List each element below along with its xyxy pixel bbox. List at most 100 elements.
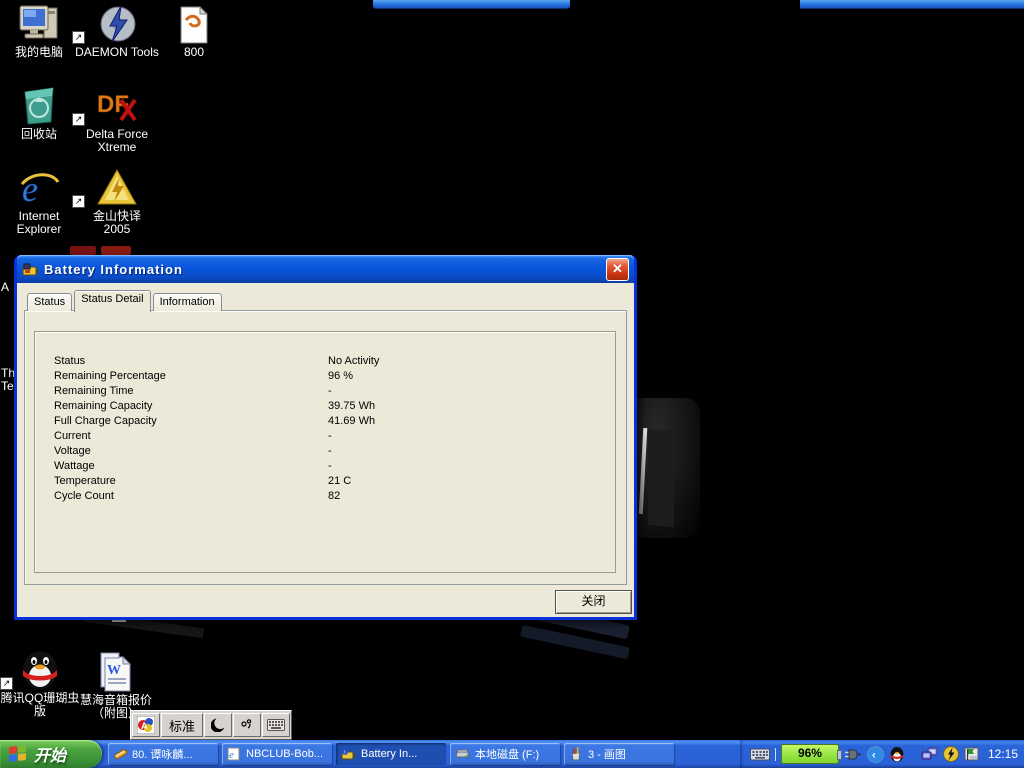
desktop-icon-internet-explorer[interactable]: e Internet Explorer [0,166,78,236]
tray-clock[interactable]: 12:15 [985,747,1018,761]
ime-mode-button[interactable]: 标准 [161,713,203,737]
field-label: Remaining Capacity [54,400,328,412]
partial-icon-label: Te [1,379,14,393]
ime-punctuation-icon[interactable] [233,713,261,737]
field-value: 96 % [328,370,605,382]
windows-logo-icon [8,745,28,763]
taskbtn-label: 本地磁盘 (F:) [475,746,539,762]
wallpaper-artifact [520,625,630,660]
desktop-icon-my-computer[interactable]: 我的电脑 [0,2,78,59]
desktop-icon-800[interactable]: 800 [158,2,230,59]
taskbtn-label: Battery In... [361,748,417,760]
tray-separator [775,748,776,761]
delta-force-icon: DF ↗ [72,84,162,126]
dialog-title: Battery Information [44,262,183,277]
qq-tray-icon[interactable] [889,746,905,763]
daemon-tray-icon[interactable] [943,746,959,762]
battery-information-dialog: Battery Information ✕ Status Status Deta… [14,255,637,620]
field-value: No Activity [328,355,605,367]
field-row-wattage: Wattage - [54,458,605,473]
desktop-icon-kingsoft-2005[interactable]: ↗ 金山快译 2005 [72,166,162,236]
blue-circle-tray-icon[interactable]: ‹ [867,746,884,763]
field-row-remaining-capacity: Remaining Capacity 39.75 Wh [54,398,605,413]
qq-penguin-icon: ↗ [0,648,80,690]
dialog-tabstrip: Status Status Detail Information [27,290,224,311]
offscreen-window-edge[interactable] [800,0,1024,9]
ime-language-bar: A 标准 [130,710,292,740]
desktop-icon-label: 回收站 [0,128,78,141]
field-value: - [328,445,605,457]
ie-small-icon: e [227,747,241,761]
partial-icon-label: Th [1,366,15,380]
field-label: Remaining Time [54,385,328,397]
field-row-remaining-time: Remaining Time - [54,383,605,398]
shortcut-arrow-icon: ↗ [72,31,85,44]
kingsoft-icon: ↗ [72,166,162,208]
svg-text:e: e [229,749,234,761]
daemon-tools-icon: ↗ [72,2,162,44]
desktop-icon-label: 800 [158,46,230,59]
taskbtn-ie[interactable]: e NBCLUB-Bob... [222,743,332,765]
input-flag-tray-icon[interactable] [964,747,980,762]
ime-keyboard-icon[interactable] [262,713,290,737]
start-button[interactable]: 开始 [0,740,102,768]
keyboard-tray-icon[interactable] [750,748,770,761]
partial-desktop-icon [70,246,96,255]
start-label: 开始 [34,742,66,766]
task-buttons: 80. 谭咏麟... e NBCLUB-Bob... ! [108,743,674,765]
battery-icon [22,262,39,277]
network-tray-icon[interactable] [921,747,938,762]
paint-app-icon [569,747,583,761]
system-tray: 96% ‹ [740,740,1024,768]
field-value: - [328,460,605,472]
close-button[interactable]: 关闭 [555,590,632,614]
desktop-icon-label-line2: 2005 [72,223,162,236]
offscreen-window-edge[interactable] [373,0,570,9]
close-icon[interactable]: ✕ [606,258,629,281]
tab-status[interactable]: Status [27,293,72,311]
battery-nub [837,750,842,760]
desktop-icon-label-line2: 版 [0,705,80,718]
music-app-icon [113,747,127,761]
tab-status-detail[interactable]: Status Detail [74,290,150,312]
taskbtn-battery-info[interactable]: ! Battery In... [336,743,446,765]
ime-method-button[interactable]: A [132,713,160,737]
dialog-titlebar[interactable]: Battery Information ✕ [17,255,634,283]
field-row-full-charge-capacity: Full Charge Capacity 41.69 Wh [54,413,605,428]
desktop-icon-label: 我的电脑 [0,46,78,59]
field-row-status: Status No Activity [54,353,605,368]
field-label: Voltage [54,445,328,457]
taskbtn-local-disk-f[interactable]: 本地磁盘 (F:) [450,743,560,765]
taskbtn-label: 3 - 画图 [588,746,626,762]
field-label: Remaining Percentage [54,370,328,382]
desktop-icon-recycle-bin[interactable]: 回收站 [0,84,78,141]
desktop-icon-delta-force[interactable]: DF ↗ Delta Force Xtreme [72,84,162,154]
field-value: - [328,430,605,442]
word-document-icon: W [76,650,156,692]
shortcut-arrow-icon: ↗ [72,113,85,126]
field-label: Full Charge Capacity [54,415,328,427]
taskbtn-music[interactable]: 80. 谭咏麟... [108,743,218,765]
partial-icon-label: A [1,280,9,294]
ime-method-icon: A [137,716,155,734]
desktop: A Th Te 我的电脑 ↗ DAEMON Tools [0,0,1024,768]
internet-explorer-icon: e [0,166,78,208]
status-detail-panel: Status No Activity Remaining Percentage … [24,310,627,585]
power-plug-icon[interactable] [844,748,862,761]
taskbtn-paint[interactable]: 3 - 画图 [564,743,674,765]
ime-fullwidth-moon-icon[interactable] [204,713,232,737]
desktop-icon-qq[interactable]: ↗ 腾讯QQ珊瑚虫 版 [0,648,80,718]
tab-information[interactable]: Information [153,293,222,311]
partial-desktop-icon [101,246,131,255]
battery-percent-indicator[interactable]: 96% [781,744,839,764]
status-detail-groupbox: Status No Activity Remaining Percentage … [34,331,616,573]
drive-icon [455,748,470,760]
taskbar: 开始 80. 谭咏麟... e NBCLU [0,740,1024,768]
taskbtn-label: 80. 谭咏麟... [132,746,193,762]
desktop-icon-label: DAEMON Tools [72,46,162,59]
field-label: Wattage [54,460,328,472]
field-value: 41.69 Wh [328,415,605,427]
svg-text:!: ! [344,750,345,756]
desktop-icon-daemon-tools[interactable]: ↗ DAEMON Tools [72,2,162,59]
my-computer-icon [0,2,78,44]
